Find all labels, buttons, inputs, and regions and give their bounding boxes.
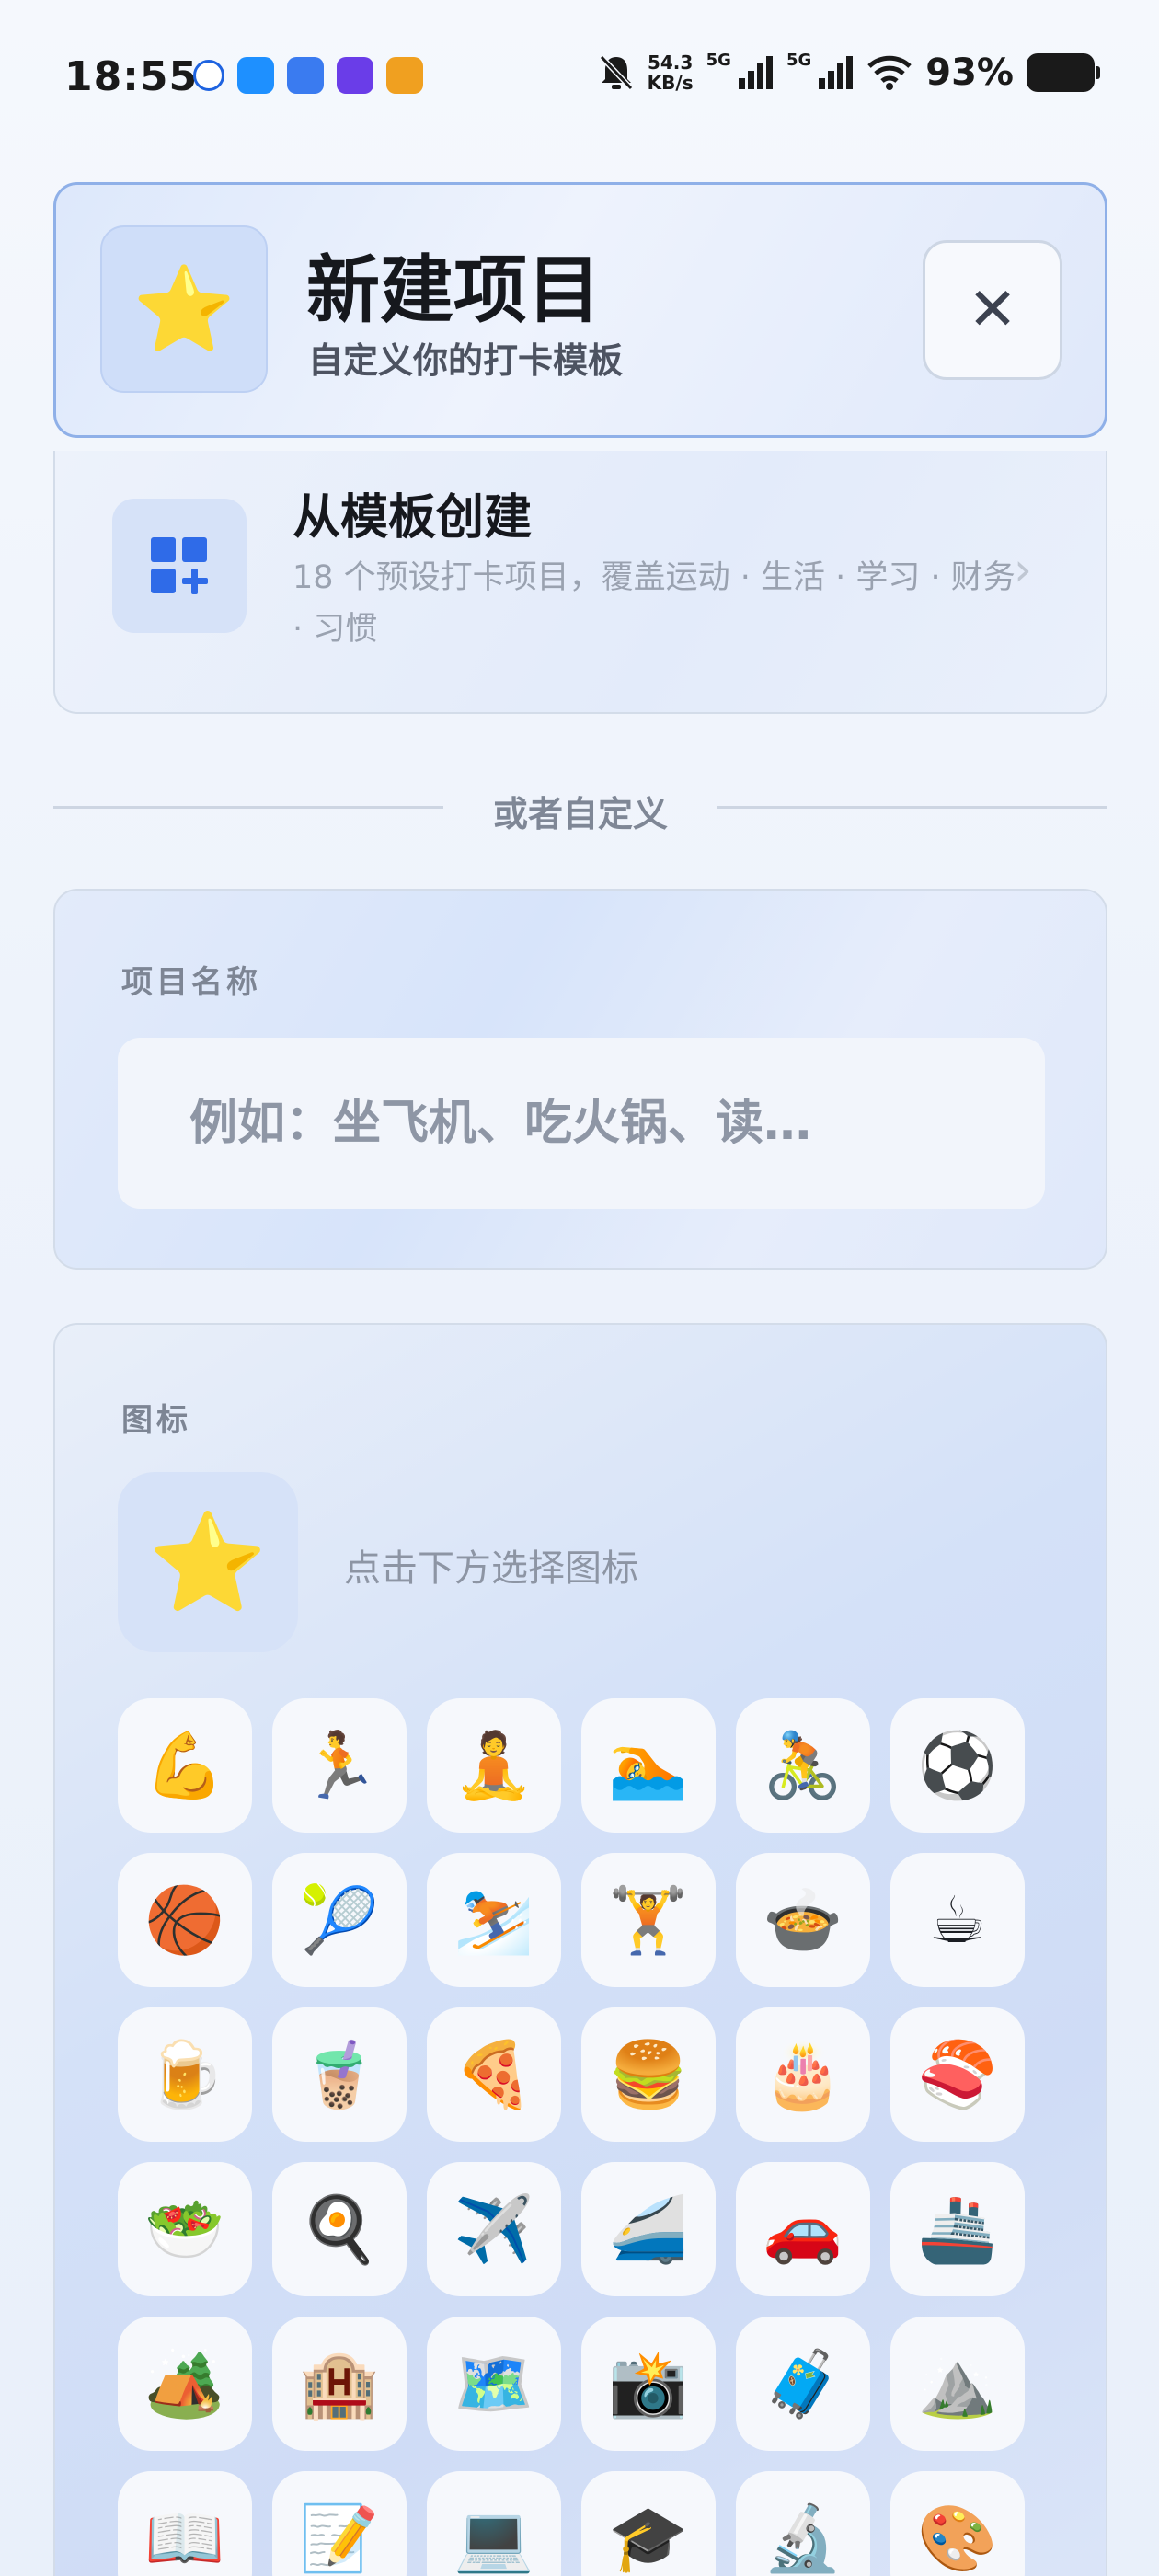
app-notification-icon <box>237 57 274 94</box>
app-notification-icon <box>337 57 373 94</box>
emoji-option[interactable]: ✈️ <box>427 2162 561 2296</box>
divider-line <box>717 806 1107 809</box>
emoji-option[interactable]: 🍣 <box>890 2007 1025 2142</box>
icon-picker-card: 图标 ⭐ 点击下方选择图标 💪 🏃 🧘 🏊 🚴 ⚽ 🏀 🎾 ⛷️ 🏋️ 🍲 ☕ 🍺 🧋 🍕 🍔 🎂 🍣 🥗 🍳 ✈️ 🚄 🚗… <box>53 1323 1107 2576</box>
emoji-option[interactable]: 🍺 <box>118 2007 252 2142</box>
emoji-option[interactable]: 🏨 <box>272 2317 407 2451</box>
app-notification-icon <box>193 60 224 91</box>
project-name-label: 项目名称 <box>121 964 261 1001</box>
signal-icon <box>819 56 854 89</box>
mute-bell-icon <box>599 54 633 91</box>
sim2-label: 5G <box>786 50 812 70</box>
icon-label: 图标 <box>121 1402 191 1439</box>
emoji-option[interactable]: 🎾 <box>272 1853 407 1987</box>
divider-text: 或者自定义 <box>492 794 668 834</box>
emoji-option[interactable]: 🔬 <box>736 2471 870 2576</box>
app-notification-icon <box>287 57 324 94</box>
template-title: 从模板创建 <box>293 490 533 546</box>
emoji-grid: 💪 🏃 🧘 🏊 🚴 ⚽ 🏀 🎾 ⛷️ 🏋️ 🍲 ☕ 🍺 🧋 🍕 🍔 🎂 🍣 🥗 🍳 ✈️ 🚄 🚗 🚢 🏕️ 🏨 🗺️ 📸 🧳 ⛰️ 📖 📝 💻 🎓… <box>118 1698 1025 2576</box>
emoji-option[interactable]: ☕ <box>890 1853 1025 1987</box>
app-notification-icon <box>386 57 423 94</box>
icon-hint: 点击下方选择图标 <box>344 1547 638 1590</box>
close-icon: ✕ <box>968 276 1017 344</box>
project-name-input[interactable] <box>118 1038 1045 1209</box>
signal-icon <box>738 56 773 89</box>
emoji-option[interactable]: ⚽ <box>890 1698 1025 1833</box>
selected-icon-preview: ⭐ <box>118 1472 298 1652</box>
emoji-option[interactable]: 🗺️ <box>427 2317 561 2451</box>
template-grid-add-icon <box>112 499 247 633</box>
emoji-option[interactable]: 🏀 <box>118 1853 252 1987</box>
notification-icons <box>193 57 423 94</box>
network-speed-value: 54.3 <box>647 52 694 74</box>
emoji-option[interactable]: 🏕️ <box>118 2317 252 2451</box>
emoji-option[interactable]: 🧳 <box>736 2317 870 2451</box>
emoji-option[interactable]: 🍳 <box>272 2162 407 2296</box>
emoji-option[interactable]: ⛷️ <box>427 1853 561 1987</box>
create-from-template-card[interactable]: 从模板创建 18 个预设打卡项目，覆盖运动 · 生活 · 学习 · 财务 · 习… <box>53 451 1107 714</box>
chevron-right-icon: › <box>1014 543 1032 596</box>
emoji-option[interactable]: 🚢 <box>890 2162 1025 2296</box>
or-custom-divider: 或者自定义 <box>53 780 1107 835</box>
new-project-screen: 18:55 54.3 KB/s 5G 5G 93% ⭐ 新建项目 自定义你的打卡… <box>0 0 1159 2576</box>
emoji-option[interactable]: 🍕 <box>427 2007 561 2142</box>
battery-icon <box>1027 53 1100 92</box>
star-icon: ⭐ <box>100 225 268 393</box>
status-time: 18:55 <box>64 53 199 100</box>
emoji-option[interactable]: 🎓 <box>581 2471 716 2576</box>
template-description: 18 个预设打卡项目，覆盖运动 · 生活 · 学习 · 财务 · 习惯 <box>293 559 1016 648</box>
emoji-option[interactable]: 🍲 <box>736 1853 870 1987</box>
emoji-option[interactable]: 🎨 <box>890 2471 1025 2576</box>
wifi-icon <box>867 55 912 90</box>
status-indicators: 54.3 KB/s 5G 5G 93% <box>598 50 1100 94</box>
emoji-option[interactable]: 🏃 <box>272 1698 407 1833</box>
emoji-option[interactable]: 🥗 <box>118 2162 252 2296</box>
page-subtitle: 自定义你的打卡模板 <box>308 340 624 381</box>
emoji-option[interactable]: ⛰️ <box>890 2317 1025 2451</box>
emoji-option[interactable]: 🎂 <box>736 2007 870 2142</box>
network-speed: 54.3 KB/s <box>648 52 694 93</box>
emoji-option[interactable]: 💪 <box>118 1698 252 1833</box>
page-title: 新建项目 <box>306 247 601 333</box>
header-card: ⭐ 新建项目 自定义你的打卡模板 ✕ <box>53 182 1107 438</box>
grid-plus-icon <box>151 537 208 594</box>
emoji-option[interactable]: 🍔 <box>581 2007 716 2142</box>
emoji-option[interactable]: 📸 <box>581 2317 716 2451</box>
close-button[interactable]: ✕ <box>923 240 1062 380</box>
emoji-option[interactable]: 🚗 <box>736 2162 870 2296</box>
emoji-option[interactable]: 🚄 <box>581 2162 716 2296</box>
status-bar: 18:55 54.3 KB/s 5G 5G 93% <box>0 0 1159 156</box>
emoji-option[interactable]: 📖 <box>118 2471 252 2576</box>
network-speed-unit: KB/s <box>647 72 694 94</box>
project-name-card: 项目名称 <box>53 889 1107 1270</box>
battery-percent: 93% <box>925 52 1014 94</box>
emoji-option[interactable]: 💻 <box>427 2471 561 2576</box>
emoji-option[interactable]: 📝 <box>272 2471 407 2576</box>
sim1-label: 5G <box>706 50 731 70</box>
emoji-option[interactable]: 🚴 <box>736 1698 870 1833</box>
emoji-option[interactable]: 🏊 <box>581 1698 716 1833</box>
emoji-option[interactable]: 🏋️ <box>581 1853 716 1987</box>
emoji-option[interactable]: 🧋 <box>272 2007 407 2142</box>
emoji-option[interactable]: 🧘 <box>427 1698 561 1833</box>
